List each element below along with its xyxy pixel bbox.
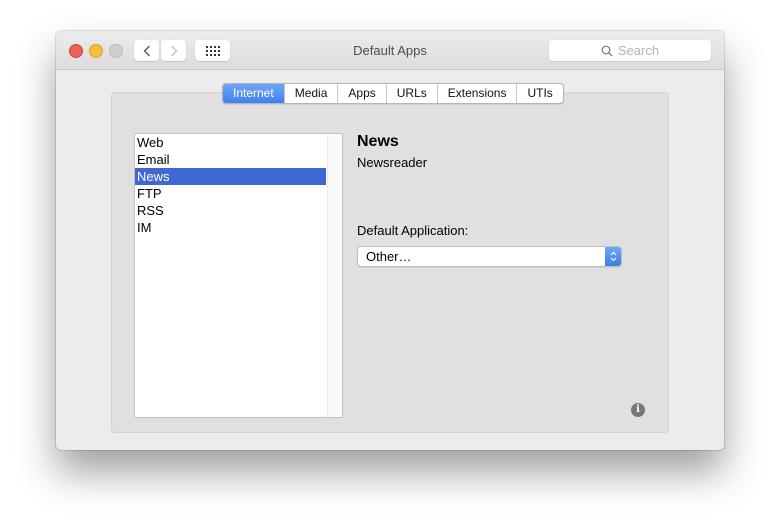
tab-urls[interactable]: URLs: [385, 84, 437, 103]
search-placeholder: Search: [617, 43, 660, 58]
list-item-email[interactable]: Email: [135, 151, 326, 168]
default-application-label: Default Application:: [357, 223, 469, 238]
info-icon[interactable]: i: [631, 403, 645, 417]
preferences-window: Default Apps Search Internet Media Apps …: [56, 31, 724, 450]
select-value: Other…: [366, 249, 412, 264]
search-icon: [601, 45, 613, 56]
tab-utis[interactable]: UTIs: [516, 84, 562, 103]
tab-apps[interactable]: Apps: [337, 84, 385, 103]
list-item-rss[interactable]: RSS: [135, 202, 326, 219]
list-item-im[interactable]: IM: [135, 219, 326, 236]
default-application-select[interactable]: Other…: [357, 246, 622, 267]
chevron-up-down-icon: [610, 251, 616, 262]
category-list[interactable]: Web Email News FTP RSS IM: [134, 133, 343, 418]
list-item-web[interactable]: Web: [135, 134, 326, 151]
search-field[interactable]: Search: [549, 40, 711, 61]
list-scrollbar[interactable]: [327, 134, 342, 417]
detail-subtitle: Newsreader: [357, 155, 428, 170]
title-bar: Default Apps Search: [56, 31, 724, 70]
list-item-ftp[interactable]: FTP: [135, 185, 326, 202]
tab-bar: Internet Media Apps URLs Extensions UTIs: [222, 83, 564, 104]
tab-extensions[interactable]: Extensions: [436, 84, 517, 103]
detail-title: News: [357, 133, 399, 150]
tab-internet[interactable]: Internet: [223, 84, 284, 103]
select-stepper[interactable]: [605, 247, 621, 266]
list-item-news[interactable]: News: [135, 168, 326, 185]
tab-media[interactable]: Media: [283, 84, 338, 103]
